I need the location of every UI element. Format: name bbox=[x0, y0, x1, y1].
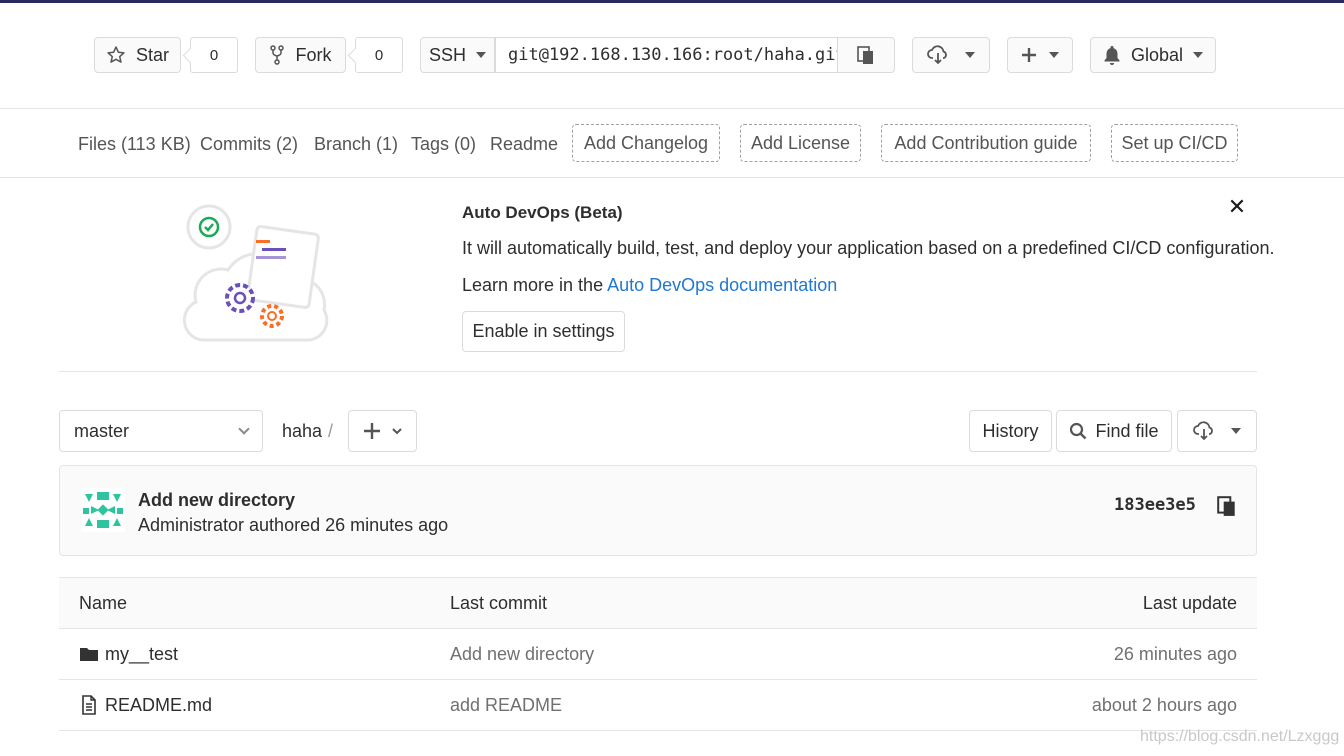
clipboard-icon[interactable] bbox=[1217, 495, 1237, 517]
readme-stat-link[interactable]: Readme bbox=[490, 134, 558, 155]
commit-author-meta: Administrator authored 26 minutes ago bbox=[138, 515, 449, 535]
add-to-tree-dropdown[interactable] bbox=[348, 410, 417, 452]
fork-icon bbox=[269, 45, 284, 65]
clipboard-icon bbox=[857, 46, 873, 64]
last-commit-panel: Add new directory Administrator authored… bbox=[59, 465, 1257, 556]
file-updated-time: 26 minutes ago bbox=[1113, 643, 1237, 664]
caret-down-icon bbox=[1049, 52, 1059, 58]
chevron-down-icon bbox=[391, 428, 402, 435]
plus-icon bbox=[1022, 48, 1036, 62]
bell-icon bbox=[1104, 46, 1120, 65]
add-contribution-label: Add Contribution guide bbox=[894, 132, 1078, 153]
last-update-column-header: Last update bbox=[1142, 592, 1237, 613]
new-item-dropdown[interactable] bbox=[1007, 37, 1073, 73]
caret-down-icon bbox=[1231, 428, 1241, 434]
auto-devops-description: It will automatically build, test, and d… bbox=[462, 238, 1275, 258]
commit-sha-link[interactable]: 183ee3e5 bbox=[1114, 495, 1196, 515]
branch-stat-link[interactable]: Branch (1) bbox=[314, 134, 398, 155]
notification-dropdown[interactable]: Global bbox=[1090, 37, 1216, 73]
copy-url-button[interactable] bbox=[837, 37, 895, 73]
enable-in-settings-button[interactable]: Enable in settings bbox=[462, 311, 625, 352]
protocol-label: SSH bbox=[428, 44, 466, 65]
name-column-header: Name bbox=[79, 592, 128, 613]
close-icon[interactable]: ✕ bbox=[1226, 196, 1248, 218]
add-license-label: Add License bbox=[750, 132, 851, 153]
plus-icon bbox=[363, 423, 380, 439]
file-icon bbox=[82, 695, 96, 715]
file-name-cell: README.md bbox=[79, 680, 212, 730]
fork-count[interactable]: 0 bbox=[355, 37, 403, 73]
divider bbox=[0, 108, 1344, 109]
star-label: Star bbox=[135, 44, 169, 65]
avatar[interactable] bbox=[81, 488, 125, 532]
file-name-cell: my__test bbox=[79, 629, 178, 679]
auto-devops-illustration bbox=[182, 204, 329, 342]
star-count[interactable]: 0 bbox=[190, 37, 238, 73]
add-contribution-guide-button[interactable]: Add Contribution guide bbox=[881, 124, 1091, 162]
history-button[interactable]: History bbox=[969, 410, 1052, 452]
setup-ci-cd-button[interactable]: Set up CI/CD bbox=[1111, 124, 1238, 162]
commit-title-link[interactable]: Add new directory bbox=[138, 490, 295, 511]
add-changelog-button[interactable]: Add Changelog bbox=[572, 124, 720, 162]
download-source-dropdown[interactable] bbox=[1177, 410, 1257, 452]
cloud-download-icon bbox=[1193, 421, 1213, 441]
protocol-dropdown[interactable]: SSH bbox=[420, 37, 495, 73]
auto-devops-learn-more: Learn more in the Auto DevOps documentat… bbox=[462, 275, 837, 296]
fork-label: Fork bbox=[295, 44, 332, 65]
chevron-down-icon bbox=[238, 423, 250, 435]
tags-stat-link[interactable]: Tags (0) bbox=[411, 134, 476, 155]
search-icon bbox=[1070, 422, 1087, 440]
cloud-download-icon bbox=[927, 45, 947, 65]
breadcrumb-project-link[interactable]: haha bbox=[282, 421, 322, 442]
file-commit-link[interactable]: Add new directory bbox=[450, 629, 594, 679]
caret-down-icon bbox=[476, 52, 486, 58]
last-commit-column-header: Last commit bbox=[450, 592, 548, 613]
files-stat-link[interactable]: Files (113 KB) bbox=[78, 134, 191, 155]
star-icon bbox=[107, 46, 125, 63]
notification-label: Global bbox=[1130, 44, 1184, 65]
caret-down-icon bbox=[965, 52, 975, 58]
auto-devops-docs-link[interactable]: Auto DevOps documentation bbox=[607, 275, 837, 295]
folder-icon bbox=[80, 648, 98, 661]
fork-button[interactable]: Fork bbox=[255, 37, 346, 73]
history-label: History bbox=[982, 420, 1039, 441]
table-row[interactable]: my__test Add new directory 26 minutes ag… bbox=[59, 629, 1257, 680]
branch-name: master bbox=[74, 420, 130, 441]
fork-count-value: 0 bbox=[374, 46, 384, 64]
star-button[interactable]: Star bbox=[94, 37, 181, 73]
file-tree-table: Name Last commit Last update my__test Ad… bbox=[59, 577, 1257, 731]
auto-devops-title: Auto DevOps (Beta) bbox=[462, 203, 623, 222]
commits-stat-link[interactable]: Commits (2) bbox=[200, 134, 298, 155]
enable-in-settings-label: Enable in settings bbox=[472, 321, 615, 341]
divider bbox=[0, 177, 1344, 178]
learn-more-prefix: Learn more in the bbox=[462, 275, 608, 295]
divider bbox=[59, 371, 1257, 372]
file-updated-time: about 2 hours ago bbox=[1091, 694, 1237, 715]
table-row[interactable]: README.md add README about 2 hours ago bbox=[59, 680, 1257, 731]
file-name-link[interactable]: my__test bbox=[105, 644, 178, 665]
clone-url-input[interactable]: git@192.168.130.166:root/haha.git bbox=[495, 37, 838, 73]
setup-ci-cd-label: Set up CI/CD bbox=[1121, 132, 1228, 153]
file-commit-link[interactable]: add README bbox=[450, 680, 562, 730]
table-header: Name Last commit Last update bbox=[59, 577, 1257, 629]
find-file-label: Find file bbox=[1095, 420, 1159, 441]
branch-dropdown[interactable]: master bbox=[59, 410, 263, 452]
clone-url-text: git@192.168.130.166:root/haha.git bbox=[508, 45, 838, 65]
add-changelog-label: Add Changelog bbox=[583, 132, 709, 153]
caret-down-icon bbox=[1193, 52, 1204, 58]
file-name-link[interactable]: README.md bbox=[105, 695, 212, 716]
top-navbar-strip bbox=[0, 0, 1344, 3]
find-file-button[interactable]: Find file bbox=[1056, 410, 1172, 452]
add-license-button[interactable]: Add License bbox=[740, 124, 861, 162]
download-dropdown[interactable] bbox=[912, 37, 990, 73]
star-count-value: 0 bbox=[209, 46, 219, 64]
breadcrumb-separator: / bbox=[328, 421, 334, 441]
watermark: https://blog.csdn.net/Lzxggg bbox=[1140, 728, 1340, 745]
